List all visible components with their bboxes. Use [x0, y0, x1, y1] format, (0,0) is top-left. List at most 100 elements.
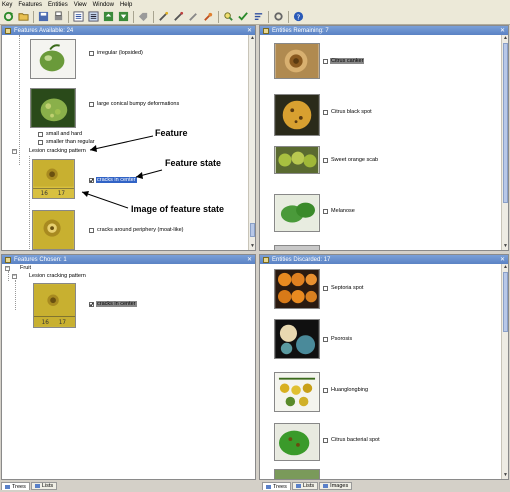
small-hard-checkbox[interactable]	[38, 132, 43, 137]
cracks-periphery-label: cracks around periphery (moat-like)	[97, 227, 184, 233]
find-icon[interactable]	[222, 11, 234, 23]
scroll-down-icon[interactable]: ▼	[502, 472, 508, 479]
tree-view-icon[interactable]	[72, 11, 84, 23]
lesion-collapse-toggle[interactable]: −	[12, 149, 17, 154]
sort-icon[interactable]	[252, 11, 264, 23]
entities-discarded-scrollbar[interactable]: ▲ ▼	[501, 264, 508, 479]
menu-view[interactable]: View	[74, 2, 87, 8]
melanose-label: Melanose	[331, 208, 355, 214]
pin-icon[interactable]	[202, 11, 214, 23]
melanose-checkbox[interactable]	[323, 209, 328, 214]
print-icon[interactable]	[52, 11, 64, 23]
citrus-canker-text[interactable]: Citrus canker	[330, 58, 365, 64]
menu-features[interactable]: Features	[18, 2, 42, 8]
conical-checkbox[interactable]	[89, 102, 94, 107]
scroll-up-icon[interactable]: ▲	[502, 264, 508, 271]
huanglongbing-checkbox[interactable]	[323, 388, 328, 393]
chosen-cracks-center-image: 16 17	[33, 283, 76, 328]
expand-icon[interactable]	[117, 11, 129, 23]
citrus-canker-image	[274, 43, 320, 79]
psorosis-image	[274, 319, 320, 359]
lesion-chosen-collapse-toggle[interactable]: −	[12, 274, 17, 279]
features-available-panel: Features Available: 24 ✕ irregular (lops…	[1, 25, 256, 251]
tree-line	[8, 271, 9, 281]
tab-lists-left-label: Lists	[41, 483, 54, 489]
features-available-title-bar: Features Available: 24 ✕	[2, 26, 255, 35]
scroll-thumb[interactable]	[503, 272, 508, 332]
menu-help[interactable]: Help	[120, 2, 132, 8]
entities-remaining-title-bar: Entities Remaining: 7 ✕	[260, 26, 508, 35]
irregular-checkbox[interactable]	[89, 51, 94, 56]
collapse-icon[interactable]	[102, 11, 114, 23]
tree-tab-icon	[266, 484, 271, 489]
close-icon[interactable]: ✕	[500, 256, 505, 263]
annotation-image-state: Image of feature state	[131, 204, 225, 214]
save-icon[interactable]	[37, 11, 49, 23]
scroll-thumb[interactable]	[503, 43, 508, 203]
tag-icon[interactable]	[137, 11, 149, 23]
citrus-bacterial-spot-checkbox[interactable]	[323, 438, 328, 443]
toolbar-separator	[218, 10, 219, 23]
citrus-black-spot-image	[274, 94, 320, 136]
tools-icon[interactable]	[272, 11, 284, 23]
open-icon[interactable]	[17, 11, 29, 23]
cracks-periphery-checkbox[interactable]	[89, 228, 94, 233]
features-available-scrollbar[interactable]: ▲ ▼	[248, 35, 255, 250]
panel-icon	[263, 256, 269, 263]
tab-lists-right[interactable]: Lists	[291, 482, 319, 490]
fruit-label[interactable]: Fruit	[20, 265, 31, 271]
lesion-chosen-label[interactable]: Lesion cracking pattern	[29, 273, 86, 279]
smaller-checkbox[interactable]	[38, 140, 43, 145]
close-icon[interactable]: ✕	[247, 27, 252, 34]
menu-entities[interactable]: Entities	[48, 2, 68, 8]
chosen-cracks-center-text[interactable]: cracks in center	[96, 301, 137, 307]
psorosis-checkbox[interactable]	[323, 337, 328, 342]
svg-text:17: 17	[59, 320, 67, 326]
cracks-center-text[interactable]: cracks in center	[96, 177, 137, 183]
panel-icon	[5, 256, 11, 263]
small-hard-label: small and hard	[46, 131, 83, 137]
citrus-black-spot-checkbox[interactable]	[323, 110, 328, 115]
citrus-canker-checkbox[interactable]	[323, 59, 328, 64]
help-icon[interactable]: ?	[292, 11, 304, 23]
svg-text:16: 16	[41, 191, 49, 197]
cracks-center-checkbox[interactable]	[89, 178, 94, 183]
list-view-icon[interactable]	[87, 11, 99, 23]
scroll-down-icon[interactable]: ▼	[502, 243, 508, 250]
sweet-orange-scab-checkbox[interactable]	[323, 158, 328, 163]
annotation-feature-state: Feature state	[165, 158, 222, 168]
tab-trees-right-label: Trees	[273, 483, 287, 490]
check-icon[interactable]	[237, 11, 249, 23]
citrus-bacterial-spot-label: Citrus bacterial spot	[331, 437, 380, 443]
entities-remaining-scrollbar[interactable]: ▲ ▼	[501, 35, 508, 250]
tree-tab-icon	[5, 484, 10, 489]
wand-clear-icon[interactable]	[187, 11, 199, 23]
tab-lists-left[interactable]: Lists	[30, 482, 58, 490]
menu-window[interactable]: Window	[93, 2, 114, 8]
wand-alt-icon[interactable]	[172, 11, 184, 23]
svg-text:16: 16	[42, 320, 50, 326]
toolbar-separator	[288, 10, 289, 23]
tab-trees-left[interactable]: Trees	[1, 482, 30, 490]
chosen-cracks-center-label: cracks in center	[96, 301, 137, 307]
refresh-icon[interactable]	[2, 11, 14, 23]
sweet-orange-scab-label: Sweet orange scab	[331, 157, 379, 163]
tab-images-right[interactable]: Images	[319, 482, 353, 490]
scroll-up-icon[interactable]: ▲	[249, 35, 255, 42]
conical-label: large conical bumpy deformations	[97, 101, 180, 107]
cracks-periphery-image	[32, 210, 75, 250]
septoria-spot-checkbox[interactable]	[323, 286, 328, 291]
toolbar-separator	[268, 10, 269, 23]
scroll-down-icon[interactable]: ▼	[249, 243, 255, 250]
tab-trees-right[interactable]: Trees	[262, 482, 291, 490]
menu-key[interactable]: Key	[2, 2, 12, 8]
cracks-center-label: cracks in center	[96, 177, 137, 183]
wand-icon[interactable]	[157, 11, 169, 23]
toolbar-separator	[133, 10, 134, 23]
chosen-cracks-center-checkbox[interactable]	[89, 302, 94, 307]
scroll-thumb[interactable]	[250, 223, 255, 237]
lesion-feature-label[interactable]: Lesion cracking pattern	[29, 148, 86, 154]
close-icon[interactable]: ✕	[247, 256, 252, 263]
close-icon[interactable]: ✕	[500, 27, 505, 34]
scroll-up-icon[interactable]: ▲	[502, 35, 508, 42]
